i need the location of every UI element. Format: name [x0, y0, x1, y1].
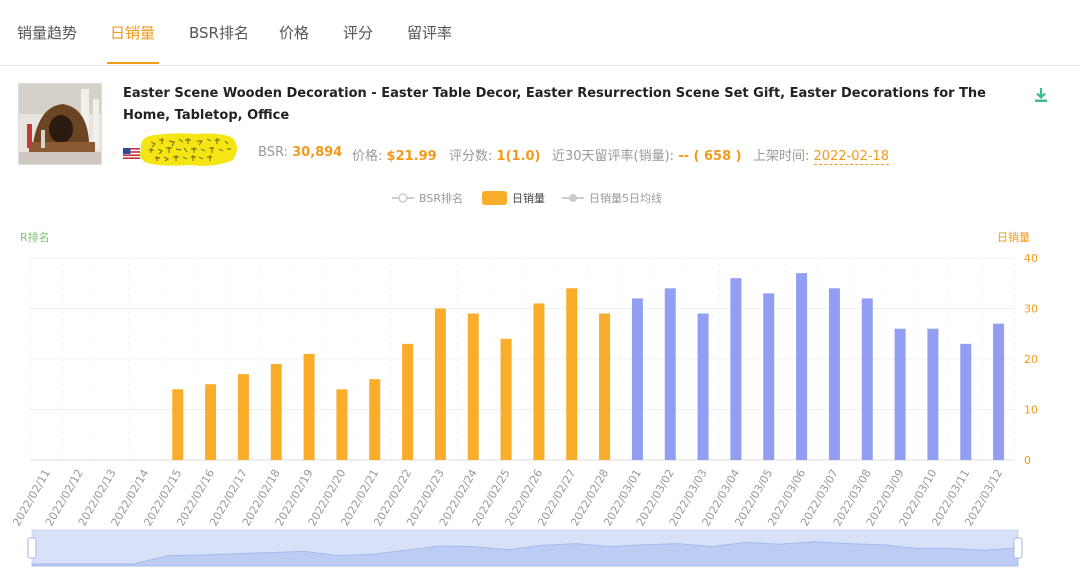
- bar-2022-02-27[interactable]: [566, 288, 578, 460]
- bar-2022-02-17[interactable]: [237, 374, 249, 460]
- legend-line-circle-icon: [392, 193, 414, 203]
- daily-sales-chart: 0102030402022/02/112022/02/122022/02/132…: [10, 252, 1038, 567]
- bar-2022-03-10[interactable]: [927, 328, 939, 460]
- price-label: 价格:: [352, 149, 383, 164]
- zoom-handle-left[interactable]: [27, 537, 37, 559]
- price-info: 价格: $21.99: [352, 145, 437, 164]
- legend-label: 日销量5日均线: [589, 192, 662, 205]
- bar-2022-03-01[interactable]: [631, 298, 643, 460]
- review-rate-value: -- ( 658 ): [678, 149, 742, 164]
- listed-date-info: 上架时间: 2022-02-18: [753, 145, 890, 165]
- zoom-handle-right[interactable]: [1013, 537, 1023, 559]
- bar-2022-03-11[interactable]: [960, 343, 972, 460]
- legend-line-dot-icon: [562, 194, 584, 202]
- right-tick-label: 20: [1024, 353, 1038, 366]
- tab-price[interactable]: 价格: [279, 22, 309, 43]
- bar-2022-02-22[interactable]: [402, 343, 414, 460]
- download-icon[interactable]: [1032, 86, 1050, 104]
- tab-bar: 销量趋势 日销量 BSR排名 价格 评分 留评率: [0, 0, 1080, 66]
- product-thumbnail[interactable]: [18, 83, 102, 165]
- right-tick-label: 30: [1024, 303, 1038, 316]
- right-tick-label: 0: [1024, 454, 1031, 467]
- tab-review-rate[interactable]: 留评率: [407, 22, 452, 43]
- bar-2022-02-24[interactable]: [467, 313, 479, 460]
- legend-label: BSR排名: [419, 192, 463, 205]
- bar-2022-02-16[interactable]: [205, 384, 217, 460]
- bar-2022-03-06[interactable]: [796, 273, 808, 460]
- seller-stamp-logo: [139, 133, 237, 166]
- product-title[interactable]: Easter Scene Wooden Decoration - Easter …: [123, 83, 1019, 127]
- bar-2022-02-19[interactable]: [303, 353, 315, 460]
- listed-date-value[interactable]: 2022-02-18: [813, 149, 890, 165]
- listed-date-label: 上架时间:: [753, 149, 810, 164]
- bsr-value: 30,894: [292, 145, 343, 160]
- active-tab-indicator: [107, 62, 159, 64]
- bar-2022-02-23[interactable]: [434, 308, 446, 461]
- tab-sales-trend[interactable]: 销量趋势: [17, 22, 77, 43]
- rating-info: 评分数: 1(1.0): [449, 145, 541, 164]
- rating-label: 评分数:: [449, 149, 493, 164]
- tab-rating[interactable]: 评分: [343, 22, 373, 43]
- bar-2022-02-28[interactable]: [599, 313, 611, 460]
- tab-bsr-rank[interactable]: BSR排名: [189, 22, 249, 43]
- bar-2022-03-03[interactable]: [697, 313, 709, 460]
- review-rate-info: 近30天留评率(销量): -- ( 658 ): [552, 145, 742, 164]
- bar-2022-02-20[interactable]: [336, 389, 348, 460]
- data-zoom-slider[interactable]: [27, 529, 1023, 567]
- bar-2022-02-26[interactable]: [533, 303, 545, 460]
- bar-2022-03-08[interactable]: [861, 298, 873, 460]
- bar-2022-02-25[interactable]: [500, 338, 512, 460]
- right-tick-label: 10: [1024, 404, 1038, 417]
- legend-bsr-rank[interactable]: BSR排名: [392, 190, 463, 206]
- bar-2022-02-15[interactable]: [172, 389, 184, 460]
- bar-2022-03-12[interactable]: [993, 323, 1005, 460]
- bar-2022-03-02[interactable]: [664, 288, 676, 460]
- rating-value: 1(1.0): [496, 149, 541, 164]
- zoom-selected-range[interactable]: [32, 530, 1018, 566]
- bar-2022-02-18[interactable]: [270, 364, 282, 460]
- bsr-info: BSR: 30,894: [258, 145, 342, 160]
- bar-2022-03-09[interactable]: [894, 328, 906, 460]
- legend-daily-sales[interactable]: 日销量: [482, 190, 545, 206]
- legend-5day-average[interactable]: 日销量5日均线: [562, 190, 662, 206]
- bar-2022-03-07[interactable]: [828, 288, 840, 460]
- price-value: $21.99: [386, 149, 437, 164]
- tab-daily-sales[interactable]: 日销量: [110, 22, 155, 43]
- bar-2022-02-21[interactable]: [369, 379, 381, 460]
- bsr-label: BSR:: [258, 145, 288, 160]
- bar-2022-03-05[interactable]: [763, 293, 775, 460]
- right-tick-label: 40: [1024, 252, 1038, 265]
- bar-2022-03-04[interactable]: [730, 278, 742, 460]
- legend-bar-icon: [482, 191, 507, 205]
- review-rate-label: 近30天留评率(销量):: [552, 149, 675, 164]
- legend-label: 日销量: [512, 192, 545, 205]
